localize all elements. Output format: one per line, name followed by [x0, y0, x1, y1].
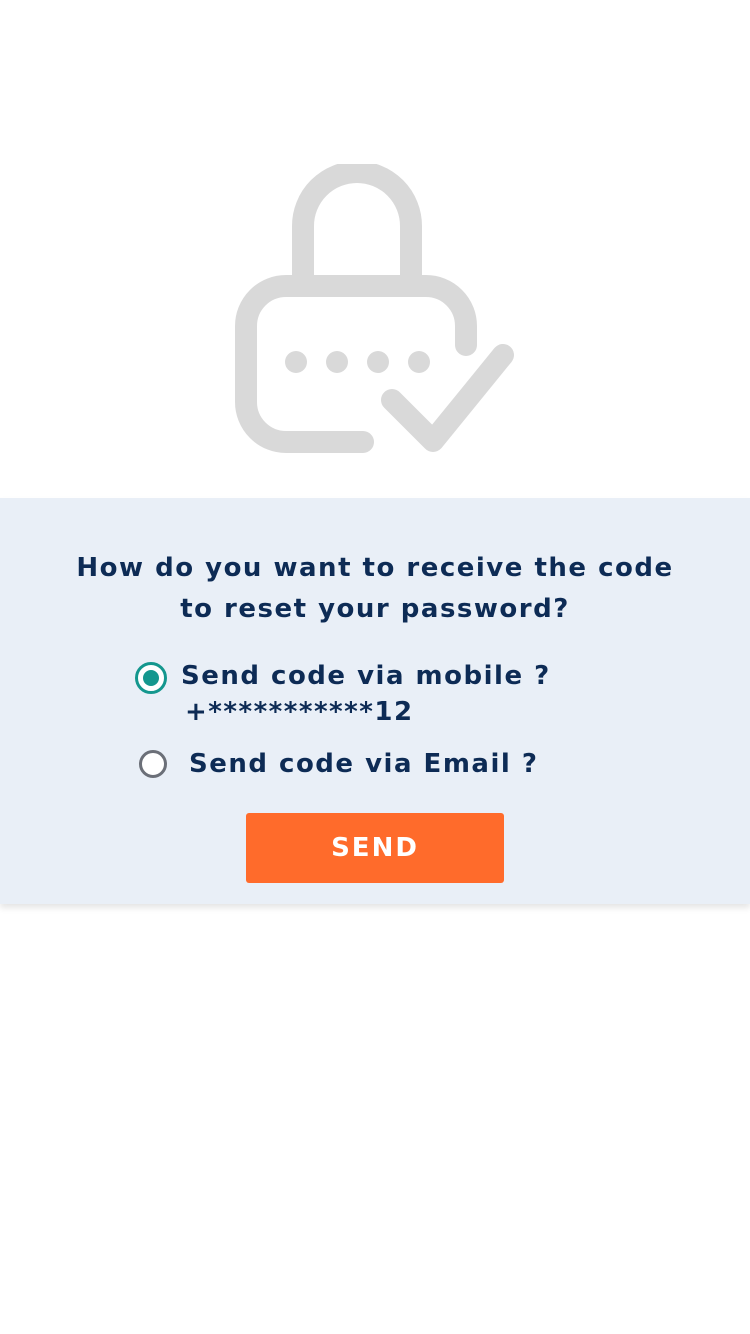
radio-unchecked-icon[interactable] [139, 750, 167, 778]
hero-section [0, 0, 750, 498]
radio-dot [143, 670, 159, 686]
radio-checked-icon[interactable] [135, 662, 167, 694]
masked-phone-number: +***********12 [185, 697, 414, 727]
option-mobile-label: Send code via mobile ? [181, 661, 551, 691]
code-delivery-card: How do you want to receive the code to r… [0, 498, 750, 904]
option-send-via-email[interactable]: Send code via Email ? [137, 748, 537, 788]
option-send-via-mobile[interactable]: Send code via mobile ? +***********12 [133, 660, 553, 730]
delivery-question: How do you want to receive the code to r… [76, 553, 674, 624]
send-button[interactable]: SEND [246, 813, 504, 883]
option-email-label: Send code via Email ? [189, 749, 539, 779]
reset-password-screen: How do you want to receive the code to r… [0, 0, 750, 1334]
lock-password-check-icon [235, 164, 514, 453]
